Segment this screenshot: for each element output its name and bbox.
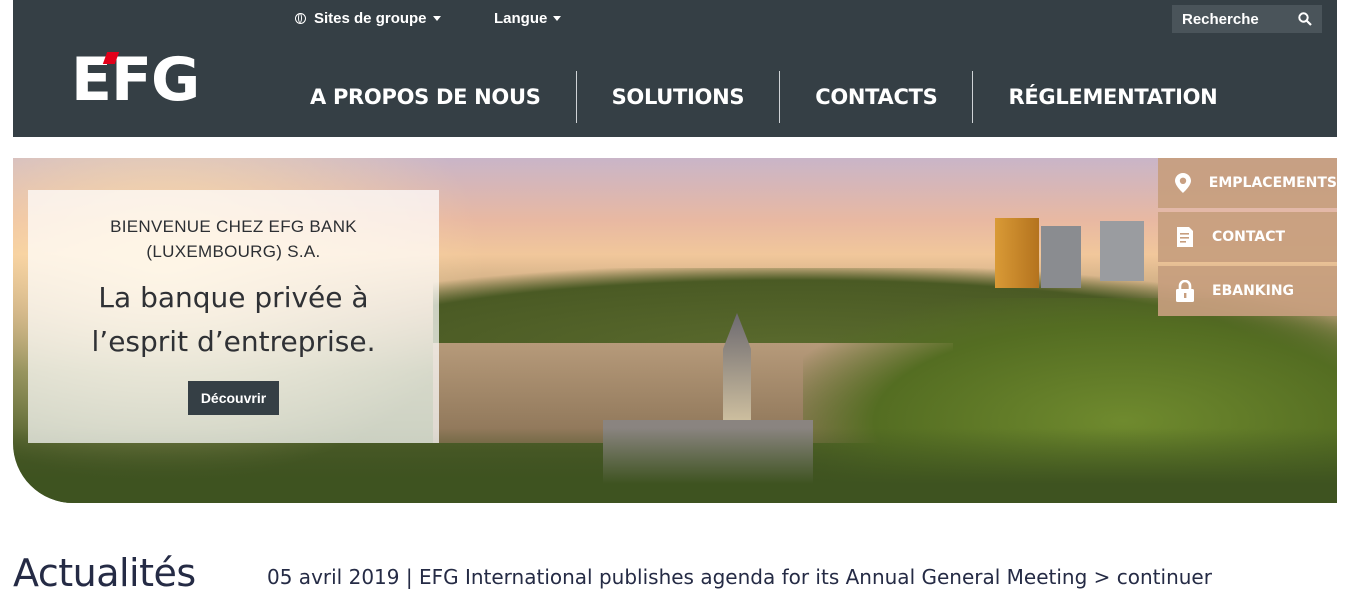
news-date: 05 avril 2019	[267, 565, 400, 589]
nav-regulation[interactable]: RÉGLEMENTATION	[973, 85, 1252, 109]
quicklink-label: CONTACT	[1212, 229, 1286, 245]
nav-contacts[interactable]: CONTACTS	[780, 85, 972, 109]
quicklink-locations[interactable]: EMPLACEMENTS	[1158, 158, 1337, 208]
group-sites-dropdown[interactable]: Sites de groupe	[295, 10, 441, 27]
quicklink-contact[interactable]: CONTACT	[1158, 212, 1337, 262]
language-dropdown[interactable]: Langue	[494, 10, 562, 27]
news-section-title: Actualités	[13, 551, 196, 595]
lock-icon	[1174, 280, 1196, 302]
search-box	[1172, 5, 1322, 33]
news-item: 05 avril 2019 | EFG International publis…	[267, 565, 1212, 589]
chevron-down-icon	[553, 16, 562, 21]
nav-solutions[interactable]: SOLUTIONS	[577, 85, 780, 109]
quicklink-label: EMPLACEMENTS	[1208, 175, 1337, 191]
hero-tagline: La banque privée à l’esprit d’entreprise…	[91, 281, 376, 358]
discover-button[interactable]: Découvrir	[187, 381, 280, 415]
nav-about[interactable]: A PROPOS DE NOUS	[275, 85, 576, 109]
group-sites-label: Sites de groupe	[314, 10, 427, 27]
quicklink-ebanking[interactable]: EBANKING	[1158, 266, 1337, 316]
search-icon[interactable]	[1298, 12, 1312, 26]
site-header: EFG Sites de groupe Langue A PROPOS DE N…	[13, 0, 1337, 137]
globe-icon	[295, 13, 306, 24]
news-headline-link[interactable]: EFG International publishes agenda for i…	[419, 565, 1087, 589]
chevron-down-icon	[432, 16, 441, 21]
quicklink-label: EBANKING	[1212, 283, 1295, 299]
welcome-panel: BIENVENUE CHEZ EFG BANK (LUXEMBOURG) S.A…	[28, 190, 439, 443]
map-pin-icon	[1174, 172, 1193, 194]
document-icon	[1174, 226, 1196, 248]
welcome-eyebrow: BIENVENUE CHEZ EFG BANK (LUXEMBOURG) S.A…	[110, 217, 357, 261]
language-label: Langue	[494, 10, 548, 27]
news-separator: |	[405, 565, 413, 589]
logo-text: EFG	[71, 45, 200, 115]
news-continue-link[interactable]: > continuer	[1094, 565, 1212, 589]
search-input[interactable]	[1172, 9, 1294, 29]
efg-logo[interactable]: EFG	[71, 50, 200, 110]
main-nav: A PROPOS DE NOUS SOLUTIONS CONTACTS RÉGL…	[275, 70, 1252, 124]
